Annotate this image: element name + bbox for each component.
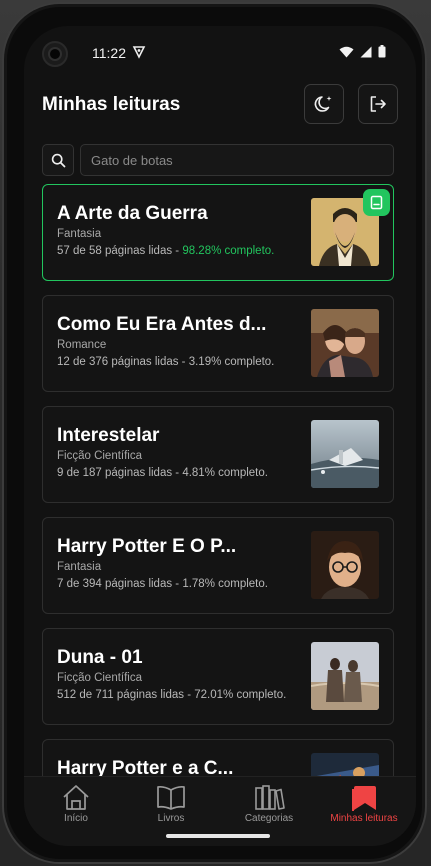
moon-sparkle-icon bbox=[314, 96, 332, 112]
nav-label: Minhas leituras bbox=[330, 813, 398, 824]
logout-icon bbox=[370, 96, 386, 112]
book-cover-image bbox=[311, 753, 379, 776]
nav-item-livros[interactable]: Livros bbox=[122, 783, 220, 829]
signal-icon bbox=[360, 46, 372, 57]
vpn-key-icon bbox=[132, 46, 146, 59]
open-book-icon bbox=[157, 785, 185, 810]
search-icon bbox=[51, 153, 65, 167]
app-screen: 11:22 Minhas leituras Gato de botas A Ar… bbox=[24, 26, 416, 846]
book-cover-image bbox=[311, 420, 379, 488]
book-percent-complete: 3.19% completo. bbox=[188, 356, 275, 368]
book-pages-read: 512 de 711 páginas lidas - bbox=[57, 689, 195, 701]
book-genre: Ficção Científica bbox=[57, 672, 143, 684]
nav-label: Início bbox=[64, 813, 88, 824]
battery-icon bbox=[378, 45, 386, 58]
book-progress: 512 de 711 páginas lidas - 72.01% comple… bbox=[57, 689, 286, 701]
nav-label: Livros bbox=[157, 813, 185, 824]
status-icons bbox=[339, 45, 386, 58]
theme-toggle-button[interactable] bbox=[304, 84, 344, 124]
search-button[interactable] bbox=[42, 144, 74, 176]
search-input[interactable] bbox=[80, 144, 394, 176]
book-pages-read: 57 de 58 páginas lidas - bbox=[57, 245, 183, 257]
book-percent-complete: 1.78% completo. bbox=[182, 578, 268, 590]
phone-frame: 11:22 Minhas leituras Gato de botas A Ar… bbox=[2, 2, 427, 864]
status-time: 11:22 bbox=[92, 45, 126, 61]
book-cover-image bbox=[311, 642, 379, 710]
book-title: Como Eu Era Antes d... bbox=[57, 314, 267, 335]
currently-reading-badge bbox=[363, 189, 390, 216]
book-genre: Romance bbox=[57, 339, 107, 351]
book-cover-image bbox=[311, 531, 379, 599]
book-title: Harry Potter e a C... bbox=[57, 758, 234, 776]
book-title: Harry Potter E O P... bbox=[57, 536, 237, 557]
library-icon bbox=[255, 785, 285, 810]
page-title: Minhas leituras bbox=[42, 94, 181, 115]
book-progress: 12 de 376 páginas lidas - 3.19% completo… bbox=[57, 356, 274, 368]
wifi-icon bbox=[339, 46, 354, 57]
nav-item-categorias[interactable]: Categorias bbox=[220, 783, 318, 829]
book-card[interactable]: A Arte da Guerra Fantasia 57 de 58 págin… bbox=[42, 184, 394, 281]
book-pages-read: 9 de 187 páginas lidas - bbox=[57, 467, 183, 479]
book-cover-image bbox=[311, 309, 379, 377]
book-card[interactable]: Harry Potter E O P... Fantasia 7 de 394 … bbox=[42, 517, 394, 614]
book-badge-icon bbox=[370, 195, 383, 210]
book-genre: Fantasia bbox=[57, 561, 102, 573]
app-header: Minhas leituras bbox=[24, 78, 416, 130]
book-progress: 9 de 187 páginas lidas - 4.81% completo. bbox=[57, 467, 268, 479]
front-camera bbox=[42, 41, 68, 67]
search-bar bbox=[42, 144, 394, 176]
book-percent-complete: 98.28% completo. bbox=[182, 245, 275, 257]
logout-button[interactable] bbox=[358, 84, 398, 124]
book-progress: 7 de 394 páginas lidas - 1.78% completo. bbox=[57, 578, 268, 590]
book-list: A Arte da Guerra Fantasia 57 de 58 págin… bbox=[42, 184, 394, 776]
book-genre: Fantasia bbox=[57, 228, 102, 240]
nav-label: Categorias bbox=[244, 813, 294, 824]
nav-item-inicio[interactable]: Início bbox=[27, 783, 125, 829]
book-title: Interestelar bbox=[57, 425, 160, 446]
status-bar: 11:22 bbox=[24, 26, 416, 78]
book-card[interactable]: Como Eu Era Antes d... Romance 12 de 376… bbox=[42, 295, 394, 392]
book-card[interactable]: Interestelar Ficção Científica 9 de 187 … bbox=[42, 406, 394, 503]
bookmark-icon bbox=[352, 786, 376, 811]
home-indicator[interactable] bbox=[166, 834, 270, 838]
book-card[interactable]: Duna - 01 Ficção Científica 512 de 711 p… bbox=[42, 628, 394, 725]
book-progress: 57 de 58 páginas lidas - 98.28% completo… bbox=[57, 245, 274, 257]
book-title: Duna - 01 bbox=[57, 647, 143, 668]
book-pages-read: 7 de 394 páginas lidas - bbox=[57, 578, 183, 590]
book-title: A Arte da Guerra bbox=[57, 203, 208, 224]
home-icon bbox=[63, 785, 89, 810]
book-genre: Ficção Científica bbox=[57, 450, 143, 462]
book-percent-complete: 72.01% completo. bbox=[194, 689, 287, 701]
book-card[interactable]: Harry Potter e a C... bbox=[42, 739, 394, 776]
book-percent-complete: 4.81% completo. bbox=[182, 467, 268, 479]
book-pages-read: 12 de 376 páginas lidas - bbox=[57, 356, 189, 368]
nav-item-minhas-leituras[interactable]: Minhas leituras bbox=[315, 783, 413, 829]
